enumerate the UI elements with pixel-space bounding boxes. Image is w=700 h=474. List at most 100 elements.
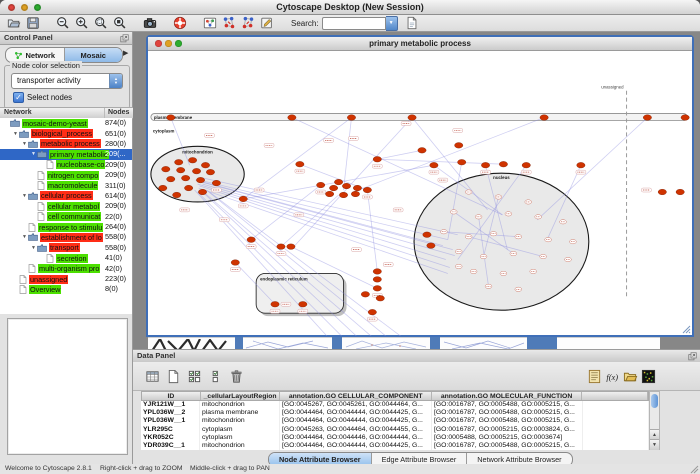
function-builder-icon[interactable]: f(x) (603, 367, 621, 385)
gene-node[interactable] (196, 177, 204, 183)
table-row[interactable]: YPL036W__1mitochondrion[GO:0044464, GO:0… (141, 417, 649, 425)
expand-arrow-icon[interactable]: ▼ (12, 131, 19, 137)
new-attribute-icon[interactable] (164, 367, 182, 385)
gene-node[interactable] (184, 185, 192, 191)
gene-node[interactable] (299, 301, 307, 307)
gene-node[interactable] (167, 176, 175, 182)
unselect-attributes-icon[interactable] (206, 367, 224, 385)
gene-node[interactable] (339, 192, 347, 198)
gene-node[interactable] (342, 183, 350, 189)
gene-node[interactable] (373, 269, 381, 275)
gene-node[interactable] (347, 115, 355, 121)
tree-row-transport[interactable]: ▼transport558(0) (0, 243, 132, 253)
gene-node[interactable] (368, 309, 376, 315)
import-attributes-icon[interactable] (621, 367, 639, 385)
gene-node[interactable] (271, 301, 279, 307)
tree-row-unassigned[interactable]: unassigned223(0) (0, 274, 132, 284)
table-scrollbar[interactable]: ▲ ▼ (649, 391, 660, 450)
save-icon[interactable] (25, 15, 41, 31)
window-resize-grip[interactable] (682, 325, 691, 334)
gene-node[interactable] (329, 185, 337, 191)
gene-node[interactable] (198, 189, 206, 195)
app-resize-grip[interactable] (690, 465, 699, 474)
scrollbar-thumb[interactable] (651, 394, 658, 408)
gene-node[interactable] (353, 185, 361, 191)
node-color-dropdown[interactable]: transporter activity ▲▼ (11, 73, 123, 89)
matrix-icon[interactable] (639, 367, 657, 385)
tree-row-cellular-metabol[interactable]: cellular metabol209(0) (0, 201, 132, 211)
column-header[interactable] (582, 392, 648, 400)
tree-row-cell-communicat[interactable]: cell communicat22(0) (0, 212, 132, 222)
gene-node[interactable] (288, 115, 296, 121)
search-dropdown-arrow[interactable]: ▼ (386, 16, 398, 31)
gene-node[interactable] (499, 161, 507, 167)
tree-row-multi-organism-pro[interactable]: multi-organism pro42(0) (0, 263, 132, 273)
select-attributes-icon[interactable] (185, 367, 203, 385)
gene-node[interactable] (325, 191, 333, 197)
column-header[interactable]: annotation.GO MOLECULAR_FUNCTION (432, 392, 582, 400)
gene-node[interactable] (643, 115, 651, 121)
float-panel-icon[interactable] (120, 34, 129, 43)
gene-node[interactable] (167, 115, 175, 121)
new-document-icon[interactable] (404, 15, 420, 31)
column-header[interactable]: annotation.GO CELLULAR_COMPONENT (280, 392, 431, 400)
filter-edges-icon[interactable] (240, 15, 256, 31)
gene-node[interactable] (676, 189, 684, 195)
close-button[interactable] (8, 4, 15, 11)
birds-eye-view[interactable] (7, 318, 128, 455)
zoom-fit-icon[interactable] (112, 15, 128, 31)
zoom-region-icon[interactable] (93, 15, 109, 31)
gene-node[interactable] (162, 166, 170, 172)
tree-row-biological-process[interactable]: ▼biological_process651(0) (0, 128, 132, 138)
gene-node[interactable] (247, 237, 255, 243)
gene-node[interactable] (173, 192, 181, 198)
gene-node[interactable] (351, 191, 359, 197)
gene-node[interactable] (177, 167, 185, 173)
tree-row-secretion[interactable]: secretion41(0) (0, 253, 132, 263)
network-canvas[interactable]: plasma membrane cytoplasm mitochondrion … (148, 51, 692, 336)
annotation-icon[interactable] (259, 15, 275, 31)
tree-row-macromolecule[interactable]: macromolecule311(0) (0, 180, 132, 190)
gene-node[interactable] (418, 148, 426, 154)
expand-arrow-icon[interactable]: ▼ (30, 151, 37, 157)
vizmapper-icon[interactable] (202, 15, 218, 31)
gene-node[interactable] (192, 168, 200, 174)
gene-node[interactable] (212, 180, 220, 186)
tree-row-nitrogen-compo[interactable]: nitrogen compo209(0) (0, 170, 132, 180)
tree-row-nucleobase-co[interactable]: nucleobase-co209(0) (0, 160, 132, 170)
gene-node[interactable] (681, 115, 689, 121)
select-nodes-checkbox[interactable]: ✓ (13, 92, 24, 103)
open-icon[interactable] (6, 15, 22, 31)
search-input[interactable] (322, 17, 386, 30)
help-icon[interactable] (172, 15, 188, 31)
gene-node[interactable] (373, 277, 381, 283)
filter-nodes-icon[interactable] (221, 15, 237, 31)
column-header[interactable]: _cellularLayoutRegion (201, 392, 281, 400)
attribute-table-icon[interactable] (143, 367, 161, 385)
gene-node[interactable] (181, 175, 189, 181)
tab-mosaic[interactable]: Mosaic (65, 48, 123, 62)
gene-node[interactable] (373, 156, 381, 162)
gene-node[interactable] (231, 260, 239, 266)
net-close-button[interactable] (155, 40, 162, 47)
delete-attribute-icon[interactable] (227, 367, 245, 385)
table-row[interactable]: YDR039C__1mitochondrion[GO:0044464, GO:0… (141, 442, 649, 450)
snapshot-icon[interactable] (142, 15, 158, 31)
zoom-out-icon[interactable] (55, 15, 71, 31)
column-header[interactable]: ID (142, 392, 201, 400)
net-minimize-button[interactable] (165, 40, 172, 47)
tree-row-cellular-process[interactable]: ▼cellular process614(0) (0, 191, 132, 201)
gene-node[interactable] (239, 196, 247, 202)
gene-node[interactable] (373, 286, 381, 292)
tree-row-overview[interactable]: Overview8(0) (0, 284, 132, 294)
tree-row-mosaic-demo-yeast[interactable]: mosaic-demo-yeast874(0) (0, 118, 132, 128)
gene-node[interactable] (206, 169, 214, 175)
gene-node[interactable] (458, 159, 466, 165)
gene-node[interactable] (201, 162, 209, 168)
gene-node[interactable] (188, 157, 196, 163)
gene-node[interactable] (363, 187, 371, 193)
table-row[interactable]: YJR121W__1mitochondrion[GO:0045267, GO:0… (141, 401, 649, 409)
net-zoom-button[interactable] (175, 40, 182, 47)
gene-node[interactable] (317, 182, 325, 188)
tree-row-primary-metabolic[interactable]: ▼primary metabolic209(... (0, 149, 132, 159)
